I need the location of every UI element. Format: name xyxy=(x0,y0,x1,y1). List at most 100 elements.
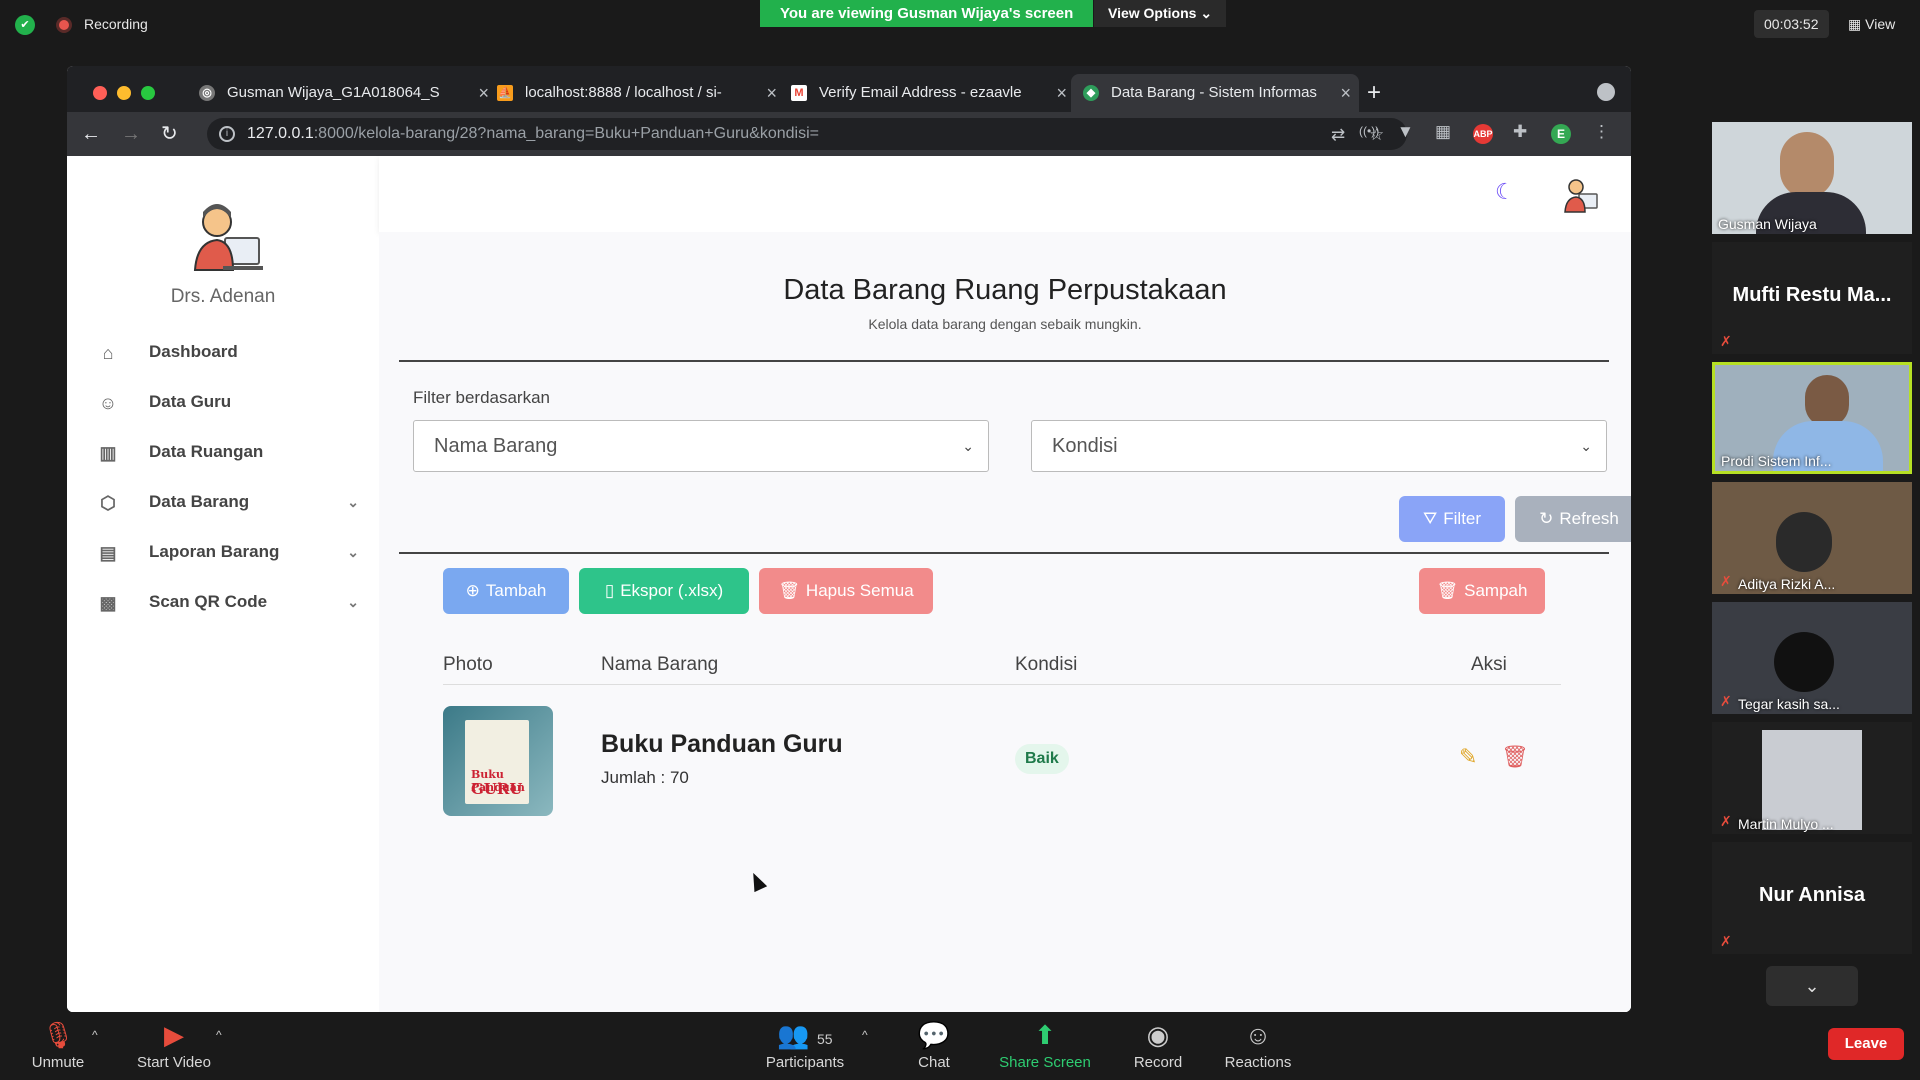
sidebar-item-laporan-barang[interactable]: ▤ Laporan Barang ⌄ xyxy=(97,532,359,572)
edit-pencil-icon[interactable]: ✎ xyxy=(1459,744,1477,770)
tab-title: Data Barang - Sistem Informas xyxy=(1111,84,1317,101)
forward-arrow-icon[interactable]: → xyxy=(121,120,141,148)
tab-close-icon[interactable]: × xyxy=(1340,74,1351,112)
participant-name: Prodi Sistem Inf... xyxy=(1721,453,1832,469)
participant-photo-image xyxy=(1762,730,1862,830)
site-info-icon[interactable]: i xyxy=(219,126,235,142)
broadcast-icon[interactable]: ((•)) xyxy=(1359,124,1379,138)
close-window-icon[interactable] xyxy=(93,86,107,100)
back-arrow-icon[interactable]: ← xyxy=(81,120,101,148)
view-options-button[interactable]: View Options ⌄ xyxy=(1094,0,1227,27)
muted-mic-icon: ✗ xyxy=(1720,693,1732,709)
participants-options-chevron-icon[interactable]: ^ xyxy=(862,1028,868,1042)
tambah-button[interactable]: ⊕ Tambah xyxy=(443,568,569,614)
start-video-button[interactable]: ▶ Start Video xyxy=(132,1018,216,1071)
sidebar-item-data-barang[interactable]: ⬡ Data Barang ⌄ xyxy=(97,482,359,522)
reload-icon[interactable]: ↻ xyxy=(161,120,178,148)
sidebar-item-label: Data Ruangan xyxy=(149,442,264,461)
maximize-window-icon[interactable] xyxy=(141,86,155,100)
viewing-screen-banner: You are viewing Gusman Wijaya's screen xyxy=(760,0,1094,27)
record-button[interactable]: ◉ Record xyxy=(1128,1018,1188,1071)
profile-avatar[interactable]: E xyxy=(1551,124,1571,144)
trash-icon: 🗑 xyxy=(1436,581,1459,600)
share-screen-icon: ⬆ xyxy=(1034,1020,1056,1050)
building-icon: ▥ xyxy=(99,443,117,463)
participant-tile[interactable]: Nur Annisa ✗ xyxy=(1712,842,1912,954)
translate-icon[interactable]: ⇄ xyxy=(1331,125,1345,145)
sidebar-item-data-guru[interactable]: ☺ Data Guru xyxy=(97,382,359,422)
address-url[interactable]: 127.0.0.1:8000/kelola-barang/28?nama_bar… xyxy=(247,118,819,150)
hapus-semua-button[interactable]: 🗑 Hapus Semua xyxy=(759,568,933,614)
chevron-down-icon: ⌄ xyxy=(347,544,359,560)
participant-face-image xyxy=(1805,375,1849,427)
record-label: Record xyxy=(1133,1054,1183,1071)
minimize-window-icon[interactable] xyxy=(117,86,131,100)
qr-extension-icon[interactable]: ▦ xyxy=(1435,122,1451,142)
dark-mode-moon-icon[interactable]: ☾ xyxy=(1495,181,1515,203)
shared-browser-window: ◎ Gusman Wijaya_G1A018064_S × ⛵ localhos… xyxy=(67,66,1631,1012)
leave-meeting-button[interactable]: Leave xyxy=(1828,1028,1904,1060)
browser-tab-phpmyadmin[interactable]: ⛵ localhost:8888 / localhost / si- × xyxy=(485,74,785,112)
sidebar-item-dashboard[interactable]: ⌂ Dashboard xyxy=(97,332,359,372)
main-content: Data Barang Ruang Perpustakaan Kelola da… xyxy=(379,232,1631,1012)
security-shield-icon[interactable]: ✔ xyxy=(15,15,35,35)
chevron-down-icon: ⌄ xyxy=(347,594,359,610)
participant-name: Gusman Wijaya xyxy=(1718,216,1817,232)
muted-mic-icon: ✗ xyxy=(1720,813,1732,829)
participant-tile[interactable]: ✗ Martin Mulyo ... xyxy=(1712,722,1912,834)
participant-tile[interactable]: Mufti Restu Ma... ✗ xyxy=(1712,242,1912,354)
adblock-icon[interactable]: ABP xyxy=(1473,124,1493,144)
participant-tile-active-speaker[interactable]: Prodi Sistem Inf... xyxy=(1712,362,1912,474)
sidebar-item-scan-qr[interactable]: ▩ Scan QR Code ⌄ xyxy=(97,582,359,622)
sidebar-item-data-ruangan[interactable]: ▥ Data Ruangan xyxy=(97,432,359,472)
share-screen-button[interactable]: ⬆ Share Screen xyxy=(998,1018,1092,1071)
sampah-button[interactable]: 🗑 Sampah xyxy=(1419,568,1545,614)
extensions-puzzle-icon[interactable]: ✚ xyxy=(1513,122,1527,142)
filter-button[interactable]: ⛛ Filter xyxy=(1399,496,1505,542)
browser-menu-icon[interactable]: ⋮ xyxy=(1593,122,1610,142)
address-bar[interactable]: i 127.0.0.1:8000/kelola-barang/28?nama_b… xyxy=(207,118,1407,150)
user-menu-avatar[interactable] xyxy=(1561,174,1601,214)
participants-button[interactable]: 👥 55 Participants xyxy=(758,1018,852,1071)
tab-close-icon[interactable]: × xyxy=(766,74,777,112)
view-layout-button[interactable]: ▦ View xyxy=(1848,10,1895,38)
ekspor-button[interactable]: ▯ Ekspor (.xlsx) xyxy=(579,568,749,614)
filter-button-label: Filter xyxy=(1443,509,1482,528)
video-options-chevron-icon[interactable]: ^ xyxy=(216,1028,222,1042)
participant-name: Aditya Rizki A... xyxy=(1738,576,1836,592)
chat-button[interactable]: 💬 Chat xyxy=(906,1018,962,1071)
kondisi-select[interactable]: Kondisi ⌄ xyxy=(1031,420,1607,472)
tambah-button-label: Tambah xyxy=(485,581,547,600)
browser-tab-gusman[interactable]: ◎ Gusman Wijaya_G1A018064_S × xyxy=(187,74,497,112)
tab-search-icon[interactable] xyxy=(1597,83,1615,101)
column-header-photo: Photo xyxy=(443,654,493,675)
muted-mic-icon: ✗ xyxy=(1720,933,1732,949)
home-icon: ⌂ xyxy=(102,343,114,363)
vue-devtools-icon[interactable]: ▼ xyxy=(1397,122,1414,142)
nama-barang-select[interactable]: Nama Barang ⌄ xyxy=(413,420,989,472)
chat-label: Chat xyxy=(918,1054,950,1071)
trash-icon: 🗑 xyxy=(778,581,800,600)
participant-tile[interactable]: Gusman Wijaya xyxy=(1712,122,1912,234)
file-export-icon: ▯ xyxy=(604,581,615,600)
gallery-scroll-down-button[interactable]: ⌄ xyxy=(1766,966,1858,1006)
item-photo[interactable]: Buku Panduan GURU xyxy=(443,706,553,816)
participant-tile[interactable]: ✗ Tegar kasih sa... xyxy=(1712,602,1912,714)
url-host: 127.0.0.1 xyxy=(247,125,314,142)
tab-title: Verify Email Address - ezaavle xyxy=(819,84,1022,101)
browser-tab-data-barang[interactable]: ◆ Data Barang - Sistem Informas × xyxy=(1071,74,1359,112)
tab-close-icon[interactable]: × xyxy=(1056,74,1067,112)
column-header-aksi: Aksi xyxy=(1471,654,1507,675)
participant-tile[interactable]: ✗ Aditya Rizki A... xyxy=(1712,482,1912,594)
divider xyxy=(399,552,1609,554)
browser-tab-gmail[interactable]: M Verify Email Address - ezaavle × xyxy=(779,74,1075,112)
tab-title: localhost:8888 / localhost / si- xyxy=(525,84,722,101)
new-tab-icon[interactable]: + xyxy=(1367,74,1381,112)
reactions-button[interactable]: ☺ Reactions xyxy=(1222,1018,1294,1071)
book-cover-line2: GURU xyxy=(471,780,523,798)
refresh-button[interactable]: ↻ Refresh xyxy=(1515,496,1631,542)
audio-options-chevron-icon[interactable]: ^ xyxy=(92,1028,98,1042)
tab-title: Gusman Wijaya_G1A018064_S xyxy=(227,84,440,101)
unmute-button[interactable]: 🎙 Unmute xyxy=(26,1018,90,1071)
delete-trash-icon[interactable]: 🗑 xyxy=(1501,744,1529,770)
